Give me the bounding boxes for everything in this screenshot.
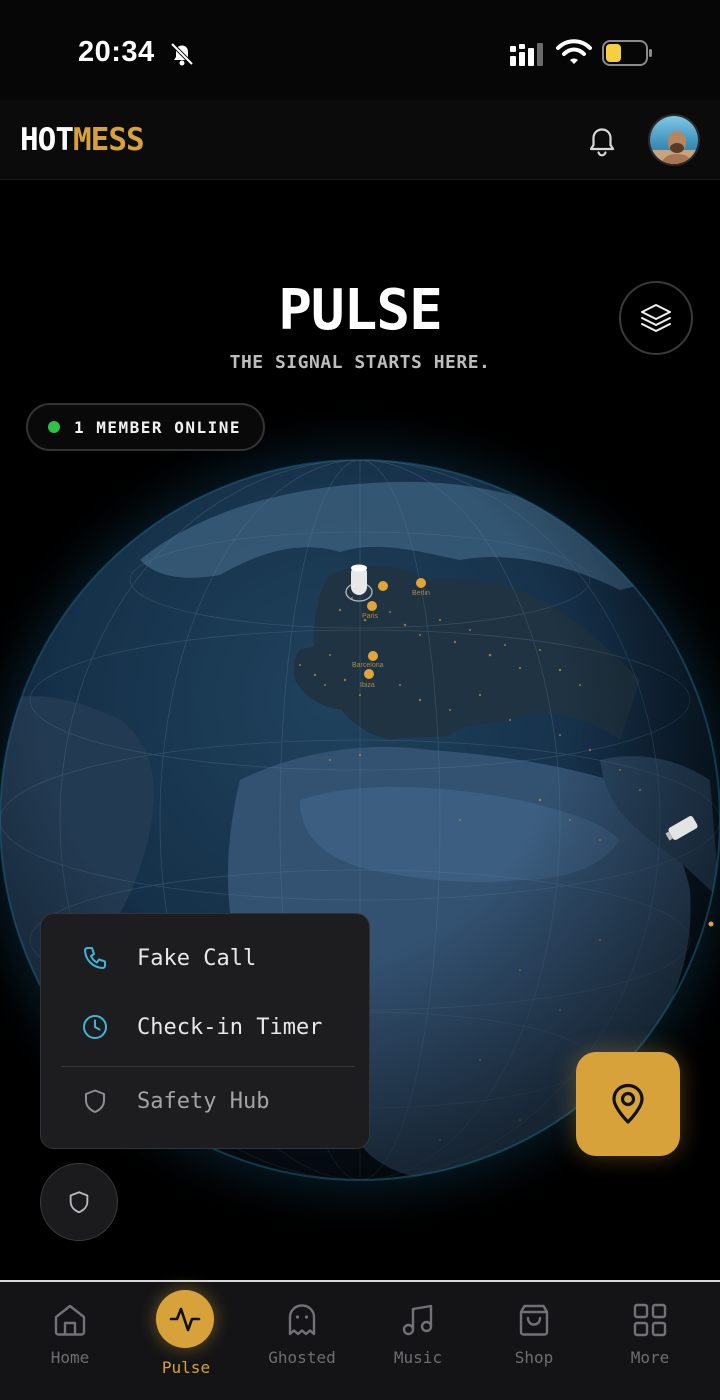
nav-label: Home <box>50 1348 90 1367</box>
nav-item-more[interactable]: More <box>592 1282 708 1400</box>
nav-label: More <box>630 1348 670 1367</box>
my-location-button[interactable] <box>576 1052 680 1156</box>
page-title: PULSE <box>278 278 443 343</box>
nav-item-home[interactable]: Home <box>12 1282 128 1400</box>
pulse-icon <box>169 1307 201 1332</box>
pulse-screen: Berlin Paris Barcelona Ibiza PULSE THE S… <box>0 180 720 1280</box>
shield-icon <box>69 1191 89 1214</box>
layers-icon <box>641 304 671 332</box>
bell-muted-icon <box>170 42 194 66</box>
map-layers-button[interactable] <box>619 281 693 355</box>
home-icon <box>54 1304 86 1336</box>
shopping-bag-icon <box>519 1304 549 1336</box>
menu-divider <box>61 1066 355 1067</box>
nav-label: Music <box>393 1348 443 1367</box>
bottom-navigation: Home Pulse Ghosted Music Shop More <box>0 1280 720 1400</box>
status-time: 20:34 <box>78 36 155 68</box>
app-header: HOTMESS <box>0 100 720 180</box>
menu-item-check-in-timer[interactable]: Check-in Timer <box>41 997 371 1057</box>
menu-item-safety-hub[interactable]: Safety Hub <box>41 1071 371 1131</box>
ghost-icon <box>288 1304 316 1336</box>
battery-icon <box>602 40 652 66</box>
logo-part-mess: MESS <box>73 122 145 158</box>
nav-item-shop[interactable]: Shop <box>476 1282 592 1400</box>
wifi-icon <box>556 39 592 64</box>
nav-label: Pulse <box>161 1358 211 1377</box>
shield-icon <box>85 1089 105 1113</box>
city-label-ibiza: Ibiza <box>360 682 375 689</box>
active-tab-indicator <box>156 1290 214 1348</box>
safety-toggle-button[interactable] <box>40 1163 118 1241</box>
menu-item-label: Fake Call <box>137 945 257 971</box>
logo-part-hot: HOT <box>20 122 74 158</box>
nav-item-pulse[interactable]: Pulse <box>128 1282 244 1400</box>
online-status-dot <box>48 421 60 433</box>
menu-item-label: Check-in Timer <box>137 1014 323 1040</box>
notification-bell-icon[interactable] <box>586 124 618 158</box>
music-icon <box>402 1304 433 1336</box>
members-online-text: 1 MEMBER ONLINE <box>74 417 241 437</box>
page-subtitle: THE SIGNAL STARTS HERE. <box>229 352 491 373</box>
nav-item-ghosted[interactable]: Ghosted <box>244 1282 360 1400</box>
phone-icon <box>84 947 106 969</box>
nav-label: Ghosted <box>268 1348 336 1367</box>
user-avatar[interactable] <box>648 114 700 166</box>
app-logo[interactable]: HOTMESS <box>20 122 145 158</box>
cellular-signal-icon <box>510 43 543 66</box>
safety-menu: Fake Call Check-in Timer Safety Hub <box>40 913 370 1149</box>
offscreen-marker <box>708 921 714 927</box>
map-pin-icon <box>612 1083 644 1124</box>
nav-item-music[interactable]: Music <box>360 1282 476 1400</box>
status-bar: 20:34 <box>0 0 720 100</box>
menu-item-fake-call[interactable]: Fake Call <box>41 928 371 988</box>
nav-label: Shop <box>514 1348 554 1367</box>
clock-icon <box>83 1015 107 1039</box>
grid-icon <box>633 1303 667 1337</box>
avatar-image <box>650 116 698 164</box>
city-label-paris: Paris <box>362 613 378 620</box>
menu-item-label: Safety Hub <box>137 1088 270 1114</box>
city-label-barcelona: Barcelona <box>352 662 384 669</box>
city-label-berlin: Berlin <box>412 590 430 597</box>
members-online-badge[interactable]: 1 MEMBER ONLINE <box>26 403 265 451</box>
